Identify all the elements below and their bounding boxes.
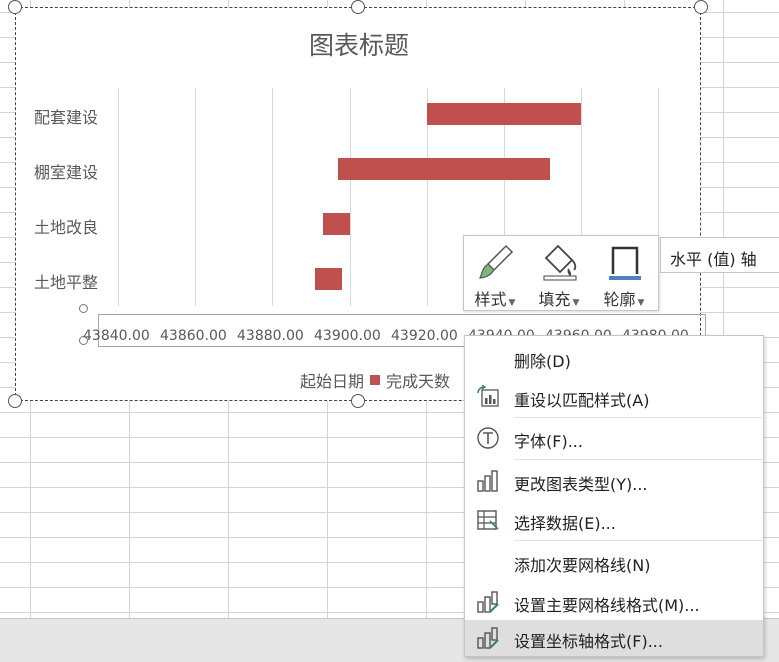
gridline	[350, 88, 351, 306]
menu-separator	[514, 417, 762, 418]
category-label: 土地平整	[34, 273, 99, 292]
reset-style-icon	[477, 385, 499, 407]
legend-entry-duration: 完成天数	[386, 372, 451, 391]
legend-swatch	[370, 375, 381, 385]
x-tick-label: 43920.00	[391, 328, 458, 344]
menu-item-format-axis[interactable]: 设置坐标轴格式(F)...	[465, 620, 763, 656]
x-tick-label: 43900.00	[314, 328, 381, 344]
menu-item-select-data[interactable]: 选择数据(E)...	[465, 502, 763, 538]
brush-icon	[479, 244, 514, 279]
mini-format-toolbar: 样式 ▼ 填充 ▼ 轮廓 ▼	[463, 235, 659, 311]
chart-type-icon	[477, 470, 498, 492]
outline-icon	[609, 246, 641, 280]
menu-item-label: 添加次要网格线(N)	[514, 556, 651, 575]
resize-handle[interactable]	[351, 0, 365, 14]
menu-separator	[514, 540, 762, 541]
chart-title[interactable]: 图表标题	[16, 26, 702, 62]
menu-item-label: 重设以匹配样式(A)	[514, 391, 650, 410]
style-button[interactable]: 样式 ▼	[464, 236, 526, 310]
menu-item-label: 选择数据(E)...	[514, 514, 616, 533]
menu-item-label: 设置主要网格线格式(M)...	[514, 596, 700, 615]
caret-down-icon: ▼	[508, 298, 516, 308]
x-tick-label: 43880.00	[237, 328, 304, 344]
menu-item-reset-style[interactable]: 重设以匹配样式(A)	[465, 379, 763, 415]
bar-duration[interactable]	[315, 268, 342, 290]
chart-element-dropdown[interactable]: 水平 (值) 轴	[660, 237, 779, 273]
resize-handle[interactable]	[694, 0, 708, 14]
gridline	[272, 88, 273, 306]
menu-item-label: 设置坐标轴格式(F)...	[514, 632, 663, 651]
menu-separator	[514, 459, 762, 460]
format-gridlines-icon	[477, 591, 499, 613]
gridline	[195, 88, 196, 306]
bar-duration[interactable]	[338, 158, 550, 180]
menu-item-label: 更改图表类型(Y)...	[514, 475, 648, 494]
menu-item-delete[interactable]: 删除(D)	[465, 340, 763, 376]
format-axis-icon	[477, 627, 499, 649]
legend-entry-start: 起始日期	[300, 372, 365, 391]
menu-item-add-minor-gridlines[interactable]: 添加次要网格线(N)	[465, 544, 763, 580]
select-data-icon	[477, 510, 499, 530]
caret-down-icon: ▼	[572, 298, 580, 308]
caret-down-icon: ▼	[637, 298, 645, 308]
resize-handle[interactable]	[351, 394, 365, 408]
fill-button[interactable]: 填充 ▼	[528, 236, 590, 310]
menu-item-change-chart-type[interactable]: 更改图表类型(Y)...	[465, 463, 763, 499]
x-tick-label: 43860.00	[160, 328, 227, 344]
outline-label: 轮廓	[603, 290, 636, 309]
bar-duration[interactable]	[427, 103, 581, 125]
paint-bucket-icon	[543, 244, 577, 281]
resize-handle[interactable]	[8, 394, 22, 408]
menu-item-label: 删除(D)	[514, 352, 571, 371]
font-icon	[477, 427, 499, 449]
outline-button[interactable]: 轮廓 ▼	[593, 236, 655, 310]
chart-legend[interactable]: 起始日期 完成天数	[300, 368, 450, 392]
x-tick-label: 43840.00	[83, 328, 150, 344]
category-label: 土地改良	[34, 218, 99, 237]
style-label: 样式	[474, 290, 507, 309]
gridline	[118, 88, 119, 306]
fill-label: 填充	[538, 290, 571, 309]
menu-item-font[interactable]: 字体(F)...	[465, 420, 763, 456]
category-label: 棚室建设	[34, 163, 99, 182]
menu-item-label: 字体(F)...	[514, 432, 583, 451]
category-label: 配套建设	[34, 108, 99, 127]
context-menu: 删除(D) 重设以匹配样式(A) 字体(F)... 更改图表类型(Y)... 选…	[464, 335, 764, 657]
axis-handle[interactable]	[79, 304, 88, 313]
resize-handle[interactable]	[8, 0, 22, 14]
menu-item-format-major-gridlines[interactable]: 设置主要网格线格式(M)...	[465, 584, 763, 620]
bar-duration[interactable]	[323, 213, 350, 235]
